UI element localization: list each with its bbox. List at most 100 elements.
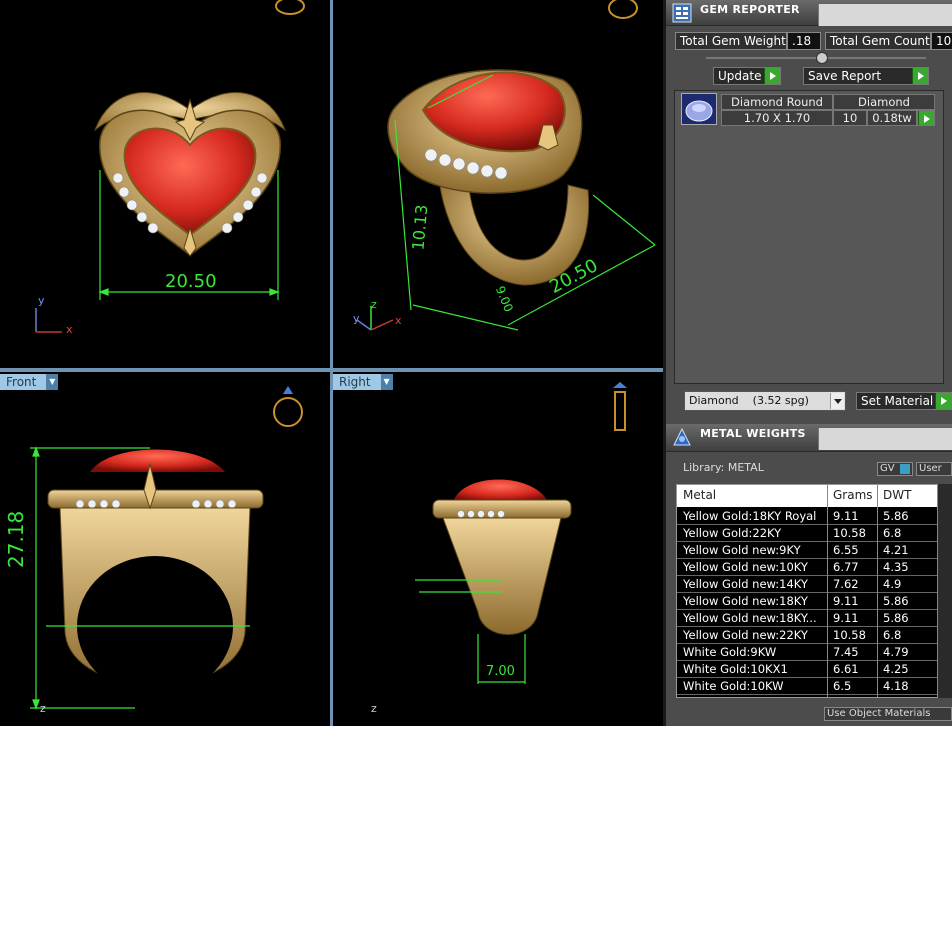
viewport-divider-vertical[interactable] (330, 0, 333, 726)
splitter-handle[interactable] (816, 52, 828, 64)
grams-cell: 6.55 (833, 543, 859, 557)
chevron-down-icon[interactable]: ▼ (46, 374, 59, 390)
table-row[interactable]: Yellow Gold:18KY Royal 9.11 5.86 (677, 508, 951, 525)
gem-weight-cell[interactable]: 0.18tw (867, 110, 917, 126)
column-header-metal[interactable]: Metal (683, 488, 716, 502)
view-ring-icon (275, 0, 305, 15)
play-icon (912, 68, 928, 84)
metal-weights-table: Metal Grams DWT Yellow Gold:18KY Royal 9.… (676, 484, 952, 698)
gem-row-go-button[interactable] (917, 110, 935, 126)
viewport-label-text: Front (6, 375, 37, 389)
gem-list: Diamond Round Diamond 1.70 X 1.70 10 0.1… (674, 90, 944, 384)
library-label: Library: METAL (683, 461, 764, 474)
table-row[interactable]: Yellow Gold new:22KY 10.58 6.8 (677, 627, 951, 644)
save-report-button[interactable]: Save Report (803, 67, 929, 85)
play-icon (935, 393, 951, 409)
metal-name-cell: Yellow Gold new:18KY (683, 594, 808, 608)
view-ring-icon (273, 386, 303, 427)
dwt-cell: 6.8 (883, 628, 902, 642)
table-header: Metal Grams DWT (677, 485, 951, 507)
table-row[interactable]: Yellow Gold new:9KY 6.55 4.21 (677, 542, 951, 559)
axis-label-z: z (40, 702, 46, 715)
view-ring-icon (613, 382, 627, 431)
gv-button[interactable]: GV (877, 462, 913, 476)
chevron-down-icon[interactable] (830, 393, 844, 409)
column-divider (877, 485, 878, 697)
grams-cell: 10.58 (833, 628, 866, 642)
front-view-render (30, 386, 303, 710)
table-row[interactable]: White Gold:9KW 7.45 4.79 (677, 644, 951, 661)
view-ring-icon (608, 0, 638, 19)
material-select[interactable]: Diamond (3.52 spg) (684, 391, 846, 411)
axis-label-z: z (371, 298, 377, 311)
grams-cell: 6.5 (833, 679, 852, 693)
dwt-cell: 4.79 (883, 645, 909, 659)
viewport-divider-horizontal[interactable] (0, 368, 663, 372)
viewport-label-text: Right (339, 375, 371, 389)
user-button[interactable]: User (916, 462, 952, 476)
metal-name-cell: Yellow Gold new:22KY (683, 628, 808, 642)
gem-size-cell[interactable]: 1.70 X 1.70 (721, 110, 833, 126)
dwt-cell: 4.18 (883, 679, 909, 693)
gem-count-cell[interactable]: 10 (833, 110, 867, 126)
blank-canvas-area (0, 726, 952, 938)
table-row[interactable]: Yellow Gold new:14KY 7.62 4.9 (677, 576, 951, 593)
dwt-cell: 5.86 (883, 594, 909, 608)
metal-name-cell: White Gold:10KW (683, 679, 784, 693)
metal-weights-header: METAL WEIGHTS (666, 424, 952, 452)
dwt-cell: 5.86 (883, 509, 909, 523)
table-row[interactable]: White Gold:10KW 6.5 4.18 (677, 678, 951, 695)
chevron-down-icon[interactable]: ▼ (380, 374, 393, 390)
set-material-button[interactable]: Set Material (856, 392, 952, 410)
grams-cell: 6.61 (833, 662, 859, 676)
grams-cell: 10.58 (833, 526, 866, 540)
table-row[interactable]: Yellow Gold new:18KY 9.11 5.86 (677, 593, 951, 610)
play-icon (918, 111, 934, 125)
play-icon (764, 68, 780, 84)
table-row[interactable]: Yellow Gold new:18KY... 9.11 5.86 (677, 610, 951, 627)
gv-button-label: GV (880, 463, 895, 474)
material-select-value: Diamond (3.52 spg) (689, 394, 809, 407)
table-scrollbar[interactable] (938, 484, 952, 698)
dwt-cell: 4.25 (883, 662, 909, 676)
info-icon (900, 464, 910, 474)
grams-cell: 7.62 (833, 577, 859, 591)
metal-name-cell: Yellow Gold new:10KY (683, 560, 808, 574)
viewport-top[interactable]: 20.50 y x (0, 0, 330, 368)
top-view-render (35, 0, 305, 333)
viewport-label-front[interactable]: Front ▼ (0, 374, 59, 390)
column-header-grams[interactable]: Grams (833, 488, 873, 502)
viewport-perspective[interactable]: 20.50 10.13 9.00 z y x (333, 0, 663, 368)
metal-name-cell: Yellow Gold new:14KY (683, 577, 808, 591)
update-button[interactable]: Update (713, 67, 781, 85)
scale-icon (673, 427, 691, 446)
gem-type-cell[interactable]: Diamond (833, 94, 935, 110)
table-row[interactable]: Yellow Gold new:10KY 6.77 4.35 (677, 559, 951, 576)
dwt-cell: 4.21 (883, 543, 909, 557)
viewport-right[interactable]: Right ▼ 7.00 z (333, 372, 663, 726)
total-gem-count-value: 10 (931, 32, 952, 50)
metal-name-cell: White Gold:10KX1 (683, 662, 788, 676)
axis-gizmo (35, 308, 62, 333)
header-tab-area (818, 428, 952, 450)
report-icon (672, 3, 692, 23)
update-button-label: Update (718, 69, 762, 83)
axis-label-z: z (371, 702, 377, 715)
use-object-materials-button[interactable]: Use Object Materials (824, 707, 952, 721)
metal-name-cell: Yellow Gold new:9KY (683, 543, 801, 557)
axis-label-x: x (395, 314, 402, 327)
metal-name-cell: Yellow Gold new:18KY... (683, 611, 817, 625)
viewport-front[interactable]: Front ▼ 27.18 z (0, 372, 330, 726)
gem-thumbnail[interactable] (681, 93, 717, 125)
table-row[interactable]: Yellow Gold:22KY 10.58 6.8 (677, 525, 951, 542)
grams-cell: 9.11 (833, 594, 859, 608)
column-header-dwt[interactable]: DWT (883, 488, 911, 502)
grams-cell: 6.77 (833, 560, 859, 574)
gem-name-cell[interactable]: Diamond Round (721, 94, 833, 110)
table-row[interactable]: White Gold:10KX1 6.61 4.25 (677, 661, 951, 678)
viewport-label-right[interactable]: Right ▼ (333, 374, 393, 390)
dimension-label-width: 20.50 (165, 271, 217, 292)
panel-title: METAL WEIGHTS (700, 427, 806, 440)
grams-cell: 9.11 (833, 509, 859, 523)
column-divider (827, 485, 828, 697)
